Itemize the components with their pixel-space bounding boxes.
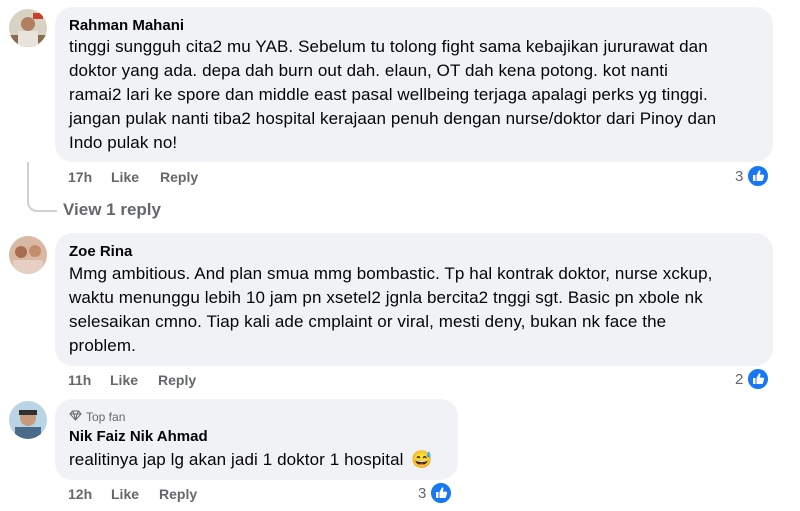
comment-text-line: ramai2 lari ke spore dan middle east pas… [69,85,708,104]
thread-line [27,162,57,212]
comment-bubble: Rahman Mahani tinggi sungguh cita2 mu YA… [55,7,773,162]
like-icon[interactable] [746,164,770,188]
comment-timestamp[interactable]: 11h [68,372,91,388]
comment-text-line: waktu menunggu lebih 10 jam pn xsetel2 j… [69,288,703,307]
reaction-count[interactable]: 2 [735,371,743,388]
view-replies-link[interactable]: View 1 reply [63,200,161,220]
grinning-sweat-emoji: 😅 [411,450,433,469]
reply-button[interactable]: Reply [158,372,196,388]
comment-author[interactable]: Rahman Mahani [69,17,184,34]
reaction-count[interactable]: 3 [735,168,743,185]
avatar[interactable] [9,236,47,274]
diamond-icon [69,410,82,424]
comment-text-line: realitinya jap lg akan jadi 1 doktor 1 h… [69,450,433,470]
like-icon[interactable] [746,367,770,391]
reaction-count[interactable]: 3 [418,485,426,502]
comment-text-line: Mmg ambitious. And plan smua mmg bombast… [69,264,713,283]
comment-text-line: doktor yang ada. depa dah burn out dah. … [69,61,668,80]
top-fan-label: Top fan [86,409,126,424]
comment-bubble: Zoe Rina Mmg ambitious. And plan smua mm… [55,233,773,366]
comment-text-line: problem. [69,336,136,355]
comment-author[interactable]: Nik Faiz Nik Ahmad [69,428,208,445]
comment-author[interactable]: Zoe Rina [69,243,132,260]
comment-timestamp[interactable]: 12h [68,486,92,502]
top-fan-badge: Top fan [69,409,125,424]
like-button[interactable]: Like [111,486,139,502]
avatar[interactable] [9,9,47,47]
comment-text: realitinya jap lg akan jadi 1 doktor 1 h… [69,450,404,469]
like-button[interactable]: Like [111,169,139,185]
like-icon[interactable] [429,481,453,505]
comment-bubble: Top fan Nik Faiz Nik Ahmad realitinya ja… [55,399,458,480]
reply-button[interactable]: Reply [159,486,197,502]
comment-text-line: Indo pulak no! [69,133,178,152]
comment-timestamp[interactable]: 17h [68,169,92,185]
comment-text-line: jangan pulak nanti tiba2 hospital keraja… [69,109,717,128]
avatar[interactable] [9,401,47,439]
comment-text-line: selesaikan cmno. Tiap kali ade cmplaint … [69,312,667,331]
comment-text-line: tinggi sungguh cita2 mu YAB. Sebelum tu … [69,37,708,56]
reply-button[interactable]: Reply [160,169,198,185]
like-button[interactable]: Like [110,372,138,388]
